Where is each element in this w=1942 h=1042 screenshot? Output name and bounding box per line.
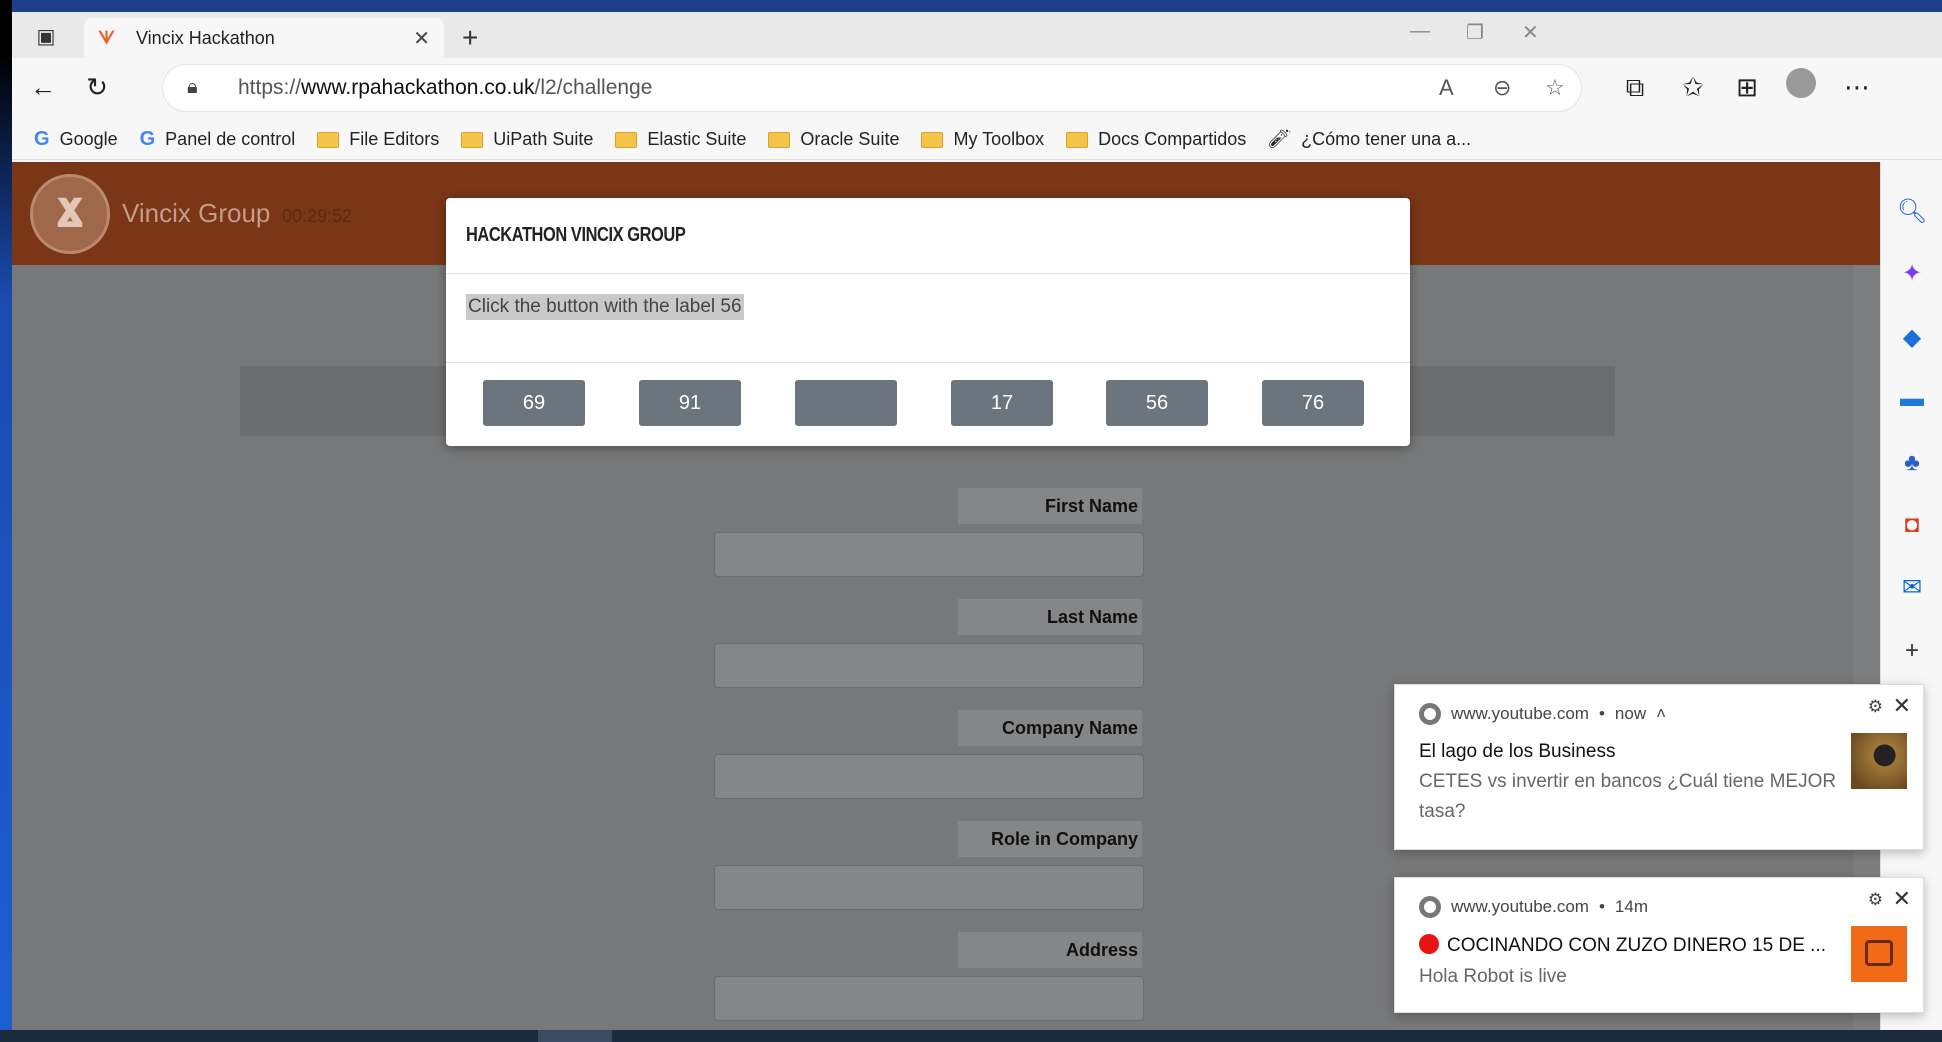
gear-icon[interactable]: ⚙ <box>1868 890 1883 910</box>
company-name-input[interactable] <box>714 754 1144 799</box>
first-name-label: First Name <box>958 488 1142 524</box>
read-aloud-icon[interactable]: A <box>1439 75 1454 101</box>
bookmarks-bar: G Google G Panel de control File Editors U… <box>12 120 1942 160</box>
close-icon[interactable]: ✕ <box>1893 886 1911 912</box>
folder-icon <box>461 131 484 148</box>
challenge-modal: HACKATHON VINCIX GROUP Click the button … <box>446 198 1410 446</box>
extensions-icon[interactable]: ⧉ <box>1618 72 1652 104</box>
collections-icon[interactable]: ⊞ <box>1730 72 1764 103</box>
refresh-icon[interactable]: ↻ <box>80 72 114 103</box>
bookmark-my-toolbox[interactable]: My Toolbox <box>921 129 1044 150</box>
modal-instruction: Click the button with the label 56 <box>466 294 744 320</box>
games-icon[interactable]: ♣ <box>1897 448 1927 478</box>
lock-icon[interactable]: 🔒︎ <box>187 76 198 99</box>
notification-body: CETES vs invertir en bancos ¿Cuál tiene … <box>1419 771 1837 822</box>
video-thumbnail <box>1851 733 1907 789</box>
close-tab-icon[interactable]: ✕ <box>413 26 430 51</box>
minimize-icon[interactable]: — <box>1410 20 1430 43</box>
add-sidebar-app-icon[interactable]: + <box>1897 636 1927 666</box>
option-button-69[interactable]: 69 <box>483 380 585 426</box>
role-in-company-input[interactable] <box>714 865 1144 910</box>
google-icon: G <box>139 128 156 150</box>
notification-card[interactable]: www.youtube.com • 14m ⚙ ✕ COCINANDO CON … <box>1394 877 1924 1013</box>
chrome-icon <box>1419 896 1441 918</box>
tools-briefcase-icon[interactable]: ▬ <box>1897 384 1927 414</box>
folder-icon <box>615 131 638 148</box>
challenge-timer: 00:29:52 <box>282 206 353 226</box>
profile-avatar[interactable] <box>1784 68 1818 105</box>
taskbar <box>0 1030 1942 1042</box>
option-button-56[interactable]: 56 <box>1106 380 1208 426</box>
role-in-company-label: Role in Company <box>958 821 1142 857</box>
add-favorite-icon[interactable]: ☆ <box>1545 75 1565 101</box>
more-menu-icon[interactable]: ⋯ <box>1840 72 1874 103</box>
favorites-icon[interactable]: ✩ <box>1676 72 1710 103</box>
tab-title: Vincix Hackathon <box>136 27 275 48</box>
folder-icon <box>768 131 791 148</box>
tab-bar: ▣ ᗐ Vincix Hackathon ✕ + — ❐ ✕ <box>12 12 1942 58</box>
folder-icon <box>921 131 944 148</box>
bookmark-file-editors[interactable]: File Editors <box>317 129 439 150</box>
new-tab-icon[interactable]: + <box>462 22 478 54</box>
chrome-icon <box>1419 703 1441 725</box>
taskbar-app[interactable] <box>538 1030 612 1042</box>
copilot-sparkle-icon[interactable]: ✦ <box>1897 258 1927 288</box>
office-icon[interactable]: ◘ <box>1897 510 1927 540</box>
navigation-toolbar: ← ↻ 🔒︎ https://www.rpahackathon.co.uk/l2… <box>12 58 1942 120</box>
option-button-76[interactable]: 76 <box>1262 380 1364 426</box>
desktop-background <box>0 0 12 1042</box>
tab-actions-icon[interactable]: ▣ <box>32 22 60 50</box>
chevron-up-icon[interactable]: ˄ <box>1656 704 1666 724</box>
address-label: Address <box>958 932 1142 968</box>
brand-name: Vincix Group <box>122 198 271 228</box>
close-window-icon[interactable]: ✕ <box>1522 20 1539 45</box>
gear-icon[interactable]: ⚙ <box>1868 697 1883 717</box>
address-input[interactable] <box>714 976 1144 1021</box>
restore-icon[interactable]: ❐ <box>1466 20 1484 45</box>
bookmark-como-tener[interactable]: 🧪︎ ¿Cómo tener una a... <box>1268 129 1471 150</box>
live-dot-icon <box>1419 934 1439 954</box>
address-bar[interactable]: 🔒︎ https://www.rpahackathon.co.uk/l2/cha… <box>162 64 1582 112</box>
notification-source: www.youtube.com • now ˄ <box>1419 703 1666 725</box>
vincix-favicon-icon: ᗐ <box>98 28 115 48</box>
bookmark-docs-compartidos[interactable]: Docs Compartidos <box>1066 129 1246 150</box>
bookmark-oracle-suite[interactable]: Oracle Suite <box>768 129 899 150</box>
outlook-icon[interactable]: ✉ <box>1897 572 1927 602</box>
folder-icon <box>317 131 340 148</box>
option-button-blank[interactable] <box>795 380 897 426</box>
extension-icon: 🧪︎ <box>1268 129 1292 149</box>
folder-icon <box>1066 131 1089 148</box>
notification-card[interactable]: www.youtube.com • now ˄ ⚙ ✕ El lago de l… <box>1394 684 1924 850</box>
vincix-logo-icon: ⴴ <box>30 174 110 254</box>
google-icon: G <box>34 128 50 150</box>
zoom-out-icon[interactable]: ⊖ <box>1493 75 1511 101</box>
company-name-label: Company Name <box>958 710 1142 746</box>
notification-title: COCINANDO CON ZUZO DINERO 15 DE ... <box>1419 934 1826 957</box>
option-button-91[interactable]: 91 <box>639 380 741 426</box>
first-name-input[interactable] <box>714 532 1144 577</box>
modal-button-row: 69 91 17 56 76 <box>446 380 1410 426</box>
close-icon[interactable]: ✕ <box>1893 693 1911 719</box>
bookmark-panel-de-control[interactable]: G Panel de control <box>140 128 296 151</box>
shopping-tag-icon[interactable]: ◆ <box>1897 322 1927 352</box>
option-button-17[interactable]: 17 <box>951 380 1053 426</box>
last-name-label: Last Name <box>958 599 1142 635</box>
modal-title: HACKATHON VINCIX GROUP <box>466 224 686 246</box>
notification-source: www.youtube.com • 14m <box>1419 896 1648 918</box>
search-icon[interactable]: 🔍︎ <box>1897 196 1927 226</box>
notification-body: Hola Robot is live <box>1419 966 1567 987</box>
modal-header: HACKATHON VINCIX GROUP <box>446 198 1410 274</box>
bookmark-elastic-suite[interactable]: Elastic Suite <box>615 129 746 150</box>
bookmark-google[interactable]: G Google <box>34 128 118 151</box>
tab-vincix-hackathon[interactable]: ᗐ Vincix Hackathon ✕ <box>84 18 444 58</box>
notification-title: El lago de los Business <box>1419 741 1616 762</box>
bookmark-uipath-suite[interactable]: UiPath Suite <box>461 129 593 150</box>
channel-thumbnail <box>1851 926 1907 982</box>
last-name-input[interactable] <box>714 643 1144 688</box>
url-text[interactable]: https://www.rpahackathon.co.uk/l2/challe… <box>238 76 652 100</box>
back-arrow-icon[interactable]: ← <box>26 72 60 103</box>
modal-body: Click the button with the label 56 <box>446 274 1410 363</box>
